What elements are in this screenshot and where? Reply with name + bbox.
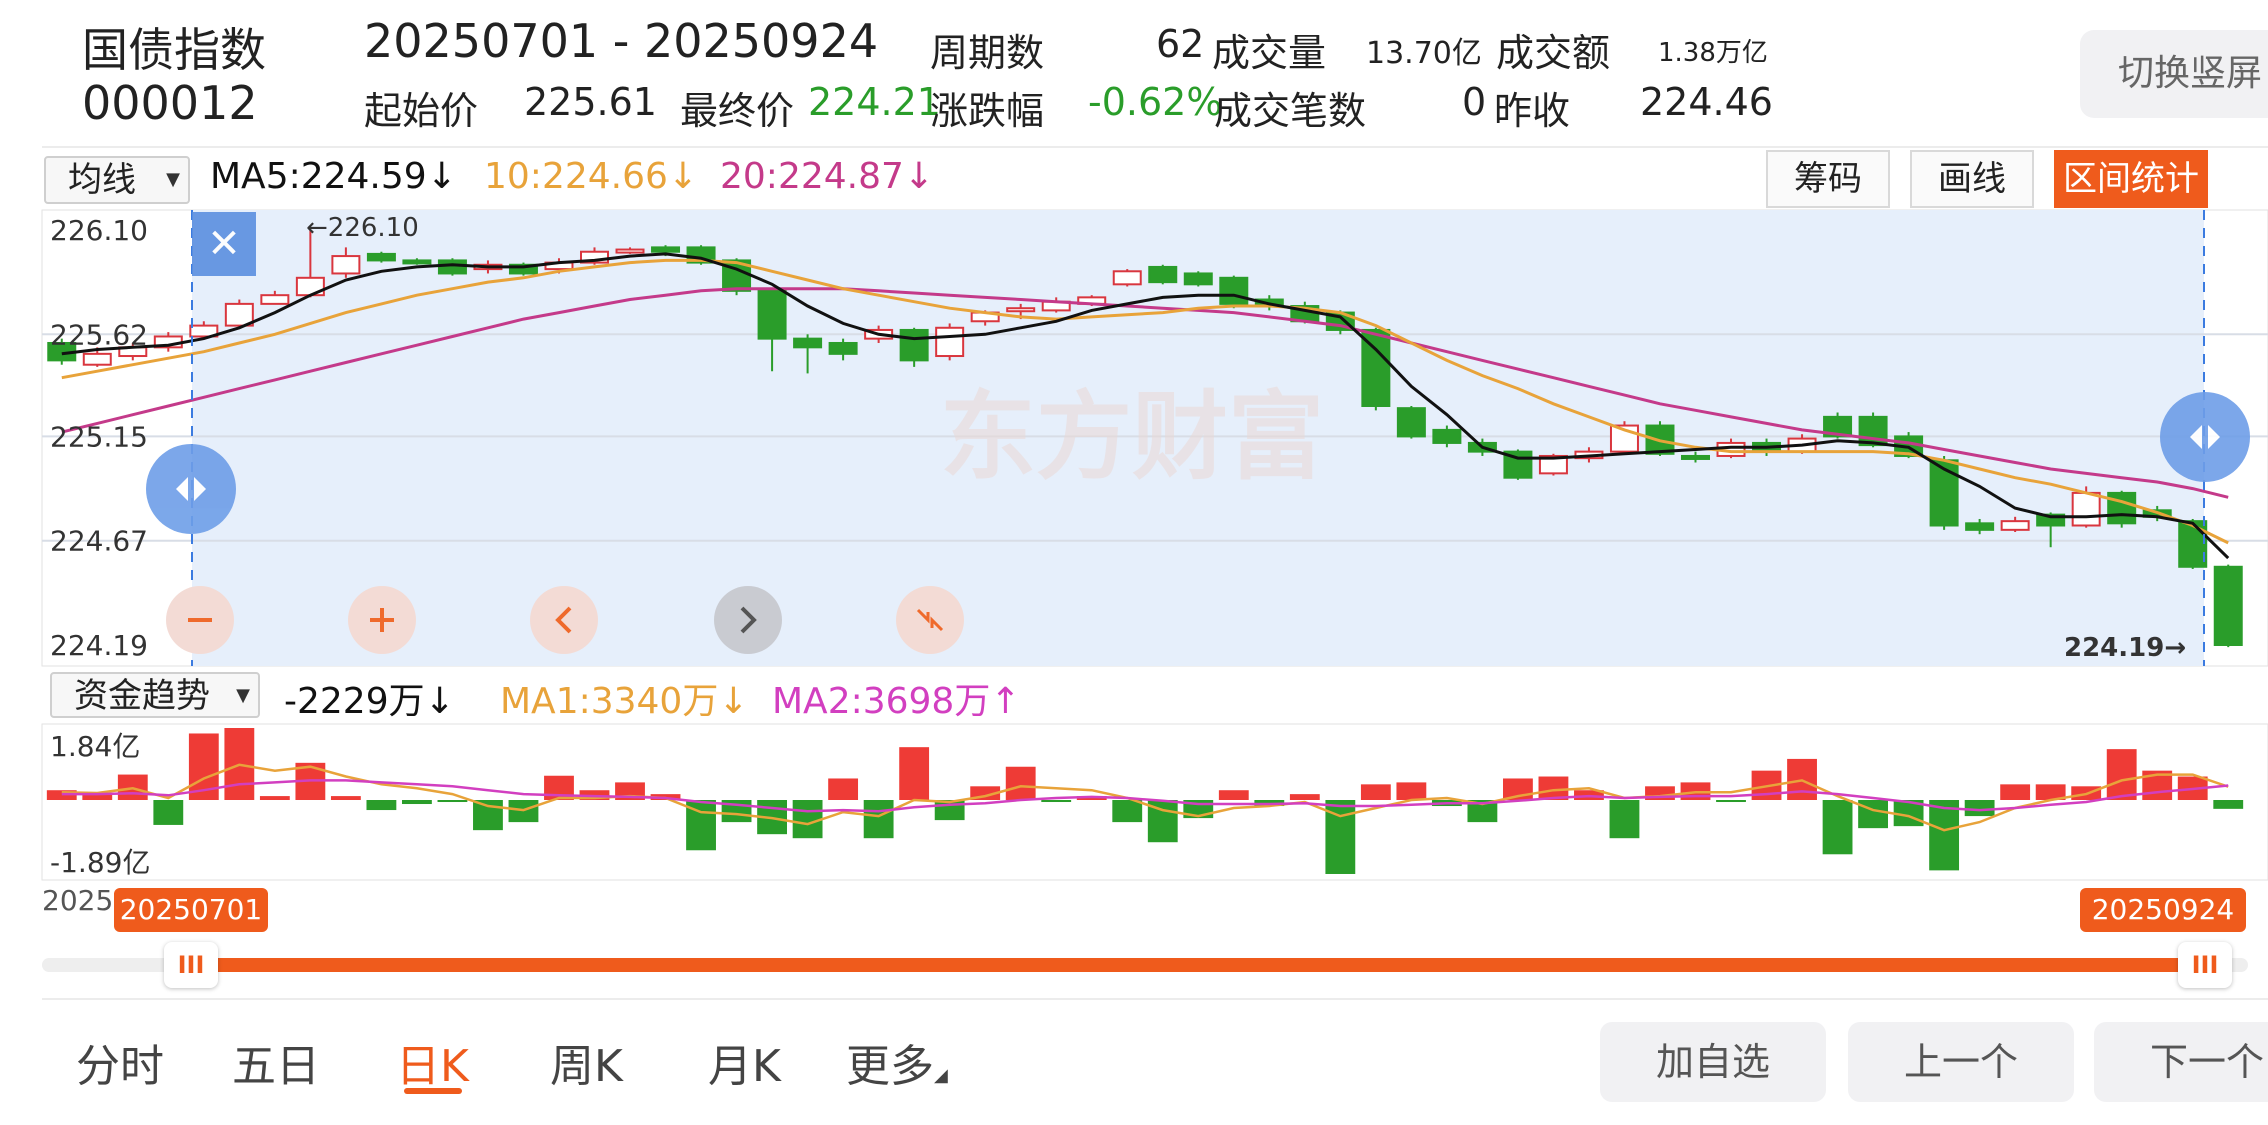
range-start-badge: 20250701 [114,888,268,932]
fund-tick-bottom: -1.89亿 [50,846,150,879]
fund-bar [863,800,894,839]
fund-tick-top: 1.84亿 [50,730,140,763]
fund-bar [1822,800,1853,855]
fund-trend-chart: 1.84亿 -1.89亿 [41,723,2268,881]
range-end-badge: 20250924 [2080,888,2246,932]
fund-bar [437,800,468,803]
tab-active-underline [404,1088,462,1094]
fund-bar [153,800,184,825]
fund-bar [1929,800,1960,871]
fund-bar [1964,800,1995,817]
tab-monthly-k[interactable]: 月K [708,1030,781,1094]
fund-bar [2106,749,2137,800]
fund-bar [1609,800,1640,839]
range-fill [190,958,2204,972]
tab-intraday[interactable]: 分时 [76,1030,164,1094]
fund-bar [1041,800,1072,803]
axis-start-label: 2025 [42,884,114,917]
fund-bar [330,796,361,800]
range-end-handle[interactable]: III [2178,942,2232,988]
fund-bar [1112,800,1143,823]
divider [42,998,2268,1000]
tab-weekly-k[interactable]: 周K [550,1030,623,1094]
fund-bar [366,800,397,811]
tab-five-day[interactable]: 五日 [232,1030,320,1094]
fund-bar [828,778,859,800]
fund-bar [792,800,823,839]
fund-bar [1218,790,1249,800]
fund-bar [1858,800,1888,829]
fund-bar [259,796,290,800]
tab-daily-k[interactable]: 日K [396,1030,469,1094]
fund-bar [1289,794,1320,800]
fund-bar [2000,784,2031,800]
fund-bar [1716,800,1746,803]
fund-bar [402,800,432,805]
fund-bar [2213,800,2244,809]
fund-bar [1360,784,1391,800]
next-button[interactable]: 下一个 [2094,1022,2268,1102]
previous-button[interactable]: 上一个 [1848,1022,2074,1102]
fund-bar [473,800,503,831]
tab-more[interactable]: 更多◢ [846,1030,948,1094]
more-dropdown-icon: ◢ [934,1065,948,1086]
add-watchlist-button[interactable]: 加自选 [1600,1022,1826,1102]
fund-bar [1005,766,1036,800]
fund-bar [899,747,930,800]
range-start-handle[interactable]: III [164,942,218,988]
fund-bar [1396,782,1427,800]
